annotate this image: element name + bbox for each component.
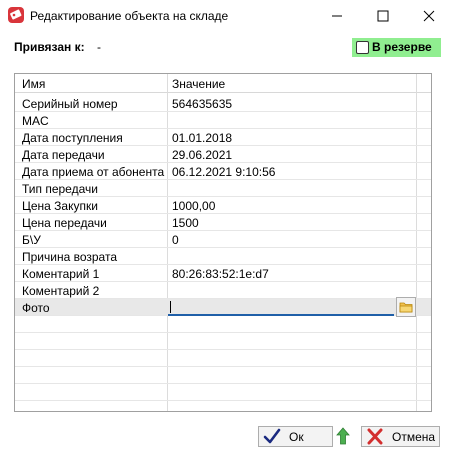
grid-header: Имя Значение bbox=[15, 74, 431, 93]
property-value[interactable]: 1500 bbox=[172, 216, 199, 230]
grid-row[interactable]: Коментарий 1 80:26:83:52:1e:d7 bbox=[15, 265, 431, 282]
property-value[interactable]: 06.12.2021 9:10:56 bbox=[172, 165, 275, 179]
close-icon bbox=[423, 10, 435, 22]
edit-stock-object-window: Редактирование объекта на складе Привяза… bbox=[0, 0, 452, 458]
property-value[interactable]: 01.01.2018 bbox=[172, 131, 232, 145]
property-name: Тип передачи bbox=[22, 182, 98, 196]
grid-row-empty bbox=[15, 350, 431, 367]
grid-row[interactable]: Коментарий 2 bbox=[15, 282, 431, 299]
grid-row-empty bbox=[15, 316, 431, 333]
folder-icon bbox=[399, 302, 413, 313]
grid-row-empty bbox=[15, 384, 431, 401]
grid-row[interactable]: Цена Закупки 1000,00 bbox=[15, 197, 431, 214]
reserve-checkbox-box[interactable] bbox=[356, 41, 369, 54]
property-name: Дата приема от абонента bbox=[22, 165, 165, 179]
grid-row[interactable]: Дата приема от абонента 06.12.2021 9:10:… bbox=[15, 163, 431, 180]
maximize-button[interactable] bbox=[360, 0, 406, 32]
property-value[interactable]: 29.06.2021 bbox=[172, 148, 232, 162]
property-value[interactable]: 0 bbox=[172, 233, 179, 247]
ok-button[interactable]: Ок bbox=[258, 426, 333, 447]
bound-to-value: - bbox=[97, 40, 101, 54]
property-value[interactable]: 1000,00 bbox=[172, 199, 215, 213]
grid-row[interactable]: Цена передачи 1500 bbox=[15, 214, 431, 231]
text-caret bbox=[170, 301, 171, 313]
properties-grid: Имя Значение Серийный номер 564635635 MA… bbox=[14, 73, 432, 412]
in-reserve-checkbox[interactable]: В резерве bbox=[352, 38, 441, 57]
property-name: Причина возрата bbox=[22, 250, 117, 264]
grid-row[interactable]: Тип передачи bbox=[15, 180, 431, 197]
minimize-icon bbox=[332, 15, 342, 17]
column-header-value[interactable]: Значение bbox=[172, 77, 225, 91]
app-icon bbox=[8, 7, 24, 23]
property-name: MAC bbox=[22, 114, 49, 128]
grid-row-empty bbox=[15, 367, 431, 384]
ok-label: Ок bbox=[289, 430, 304, 444]
property-name: Цена Закупки bbox=[22, 199, 98, 213]
cancel-label: Отмена bbox=[392, 430, 436, 444]
cancel-button[interactable]: Отмена bbox=[361, 426, 440, 447]
property-name: Дата передачи bbox=[22, 148, 105, 162]
up-arrow-icon[interactable] bbox=[336, 427, 350, 445]
checkmark-icon bbox=[263, 428, 281, 444]
cross-icon bbox=[367, 428, 383, 445]
title-bar: Редактирование объекта на складе bbox=[0, 0, 452, 32]
minimize-button[interactable] bbox=[314, 0, 360, 32]
maximize-icon bbox=[377, 10, 389, 22]
grid-row[interactable]: Б\У 0 bbox=[15, 231, 431, 248]
browse-photo-button[interactable] bbox=[396, 297, 416, 317]
property-name: Дата поступления bbox=[22, 131, 123, 145]
grid-row[interactable]: MAC bbox=[15, 112, 431, 129]
grid-row[interactable]: Серийный номер 564635635 bbox=[15, 95, 431, 112]
grid-row-empty bbox=[15, 333, 431, 350]
photo-path-input[interactable] bbox=[168, 299, 394, 316]
reserve-label: В резерве bbox=[372, 40, 432, 54]
property-name: Серийный номер bbox=[22, 97, 118, 111]
property-value[interactable]: 80:26:83:52:1e:d7 bbox=[172, 267, 269, 281]
property-name: Коментарий 2 bbox=[22, 284, 100, 298]
grid-row[interactable]: Причина возрата bbox=[15, 248, 431, 265]
bound-to-label: Привязан к: bbox=[14, 40, 85, 54]
grid-row[interactable]: Дата поступления 01.01.2018 bbox=[15, 129, 431, 146]
property-name: Б\У bbox=[22, 233, 41, 247]
property-name: Коментарий 1 bbox=[22, 267, 100, 281]
property-name: Цена передачи bbox=[22, 216, 107, 230]
window-title: Редактирование объекта на складе bbox=[30, 9, 229, 23]
column-header-name[interactable]: Имя bbox=[22, 77, 45, 91]
grid-row-photo[interactable]: Фото bbox=[15, 297, 431, 317]
property-name: Фото bbox=[22, 301, 50, 315]
close-button[interactable] bbox=[406, 0, 452, 32]
property-value[interactable]: 564635635 bbox=[172, 97, 232, 111]
grid-row[interactable]: Дата передачи 29.06.2021 bbox=[15, 146, 431, 163]
